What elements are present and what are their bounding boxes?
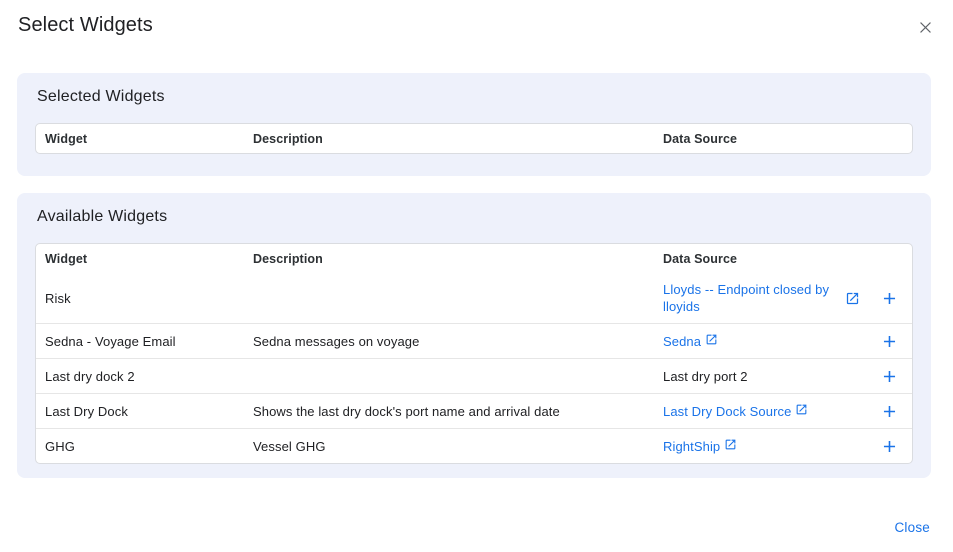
widget-name-cell: Risk (45, 283, 253, 314)
selected-widgets-header-row: Widget Description Data Source (36, 124, 912, 153)
plus-icon (880, 437, 899, 456)
widget-name-cell: GHG (45, 431, 253, 462)
external-link-icon[interactable] (705, 333, 718, 349)
close-icon (917, 19, 934, 36)
widget-description-cell: Sedna messages on voyage (253, 326, 663, 357)
widget-description-cell: Shows the last dry dock's port name and … (253, 396, 663, 427)
add-widget-button[interactable] (877, 286, 901, 310)
widget-description-cell (253, 368, 663, 384)
widget-name-cell: Sedna - Voyage Email (45, 326, 253, 357)
widget-description-cell: Vessel GHG (253, 431, 663, 462)
add-widget-slot (866, 286, 912, 310)
table-row: GHGVessel GHGRightShip (36, 428, 912, 463)
widget-name-cell: Last Dry Dock (45, 396, 253, 427)
data-source-cell: Sedna (663, 325, 838, 358)
table-row: Risk Lloyds -- Endpoint closed by lloyids (36, 273, 912, 323)
table-row: Last dry dock 2 Last dry port 2 (36, 358, 912, 393)
plus-icon (880, 332, 899, 351)
add-widget-button[interactable] (877, 434, 901, 458)
close-link[interactable]: Close (894, 520, 930, 535)
column-header-description: Description (253, 132, 663, 146)
add-widget-button[interactable] (877, 364, 901, 388)
add-widget-slot (866, 329, 912, 353)
data-source-link[interactable]: Last Dry Dock Source (663, 403, 791, 420)
data-source-cell: Last dry port 2 (663, 361, 838, 392)
column-header-data-source: Data Source (663, 132, 838, 146)
plus-icon (880, 402, 899, 421)
column-header-widget: Widget (45, 132, 253, 146)
add-widget-button[interactable] (877, 399, 901, 423)
available-widgets-panel: Available Widgets Widget Description Dat… (17, 193, 931, 478)
available-widgets-header-row: Widget Description Data Source (36, 244, 912, 273)
modal-title: Select Widgets (18, 13, 153, 38)
selected-widgets-heading: Selected Widgets (35, 87, 913, 107)
external-link-icon[interactable] (795, 403, 808, 419)
add-widget-slot (866, 434, 912, 458)
data-source-cell: Lloyds -- Endpoint closed by lloyids (663, 273, 838, 323)
select-widgets-modal: Select Widgets Selected Widgets Widget D… (0, 0, 953, 552)
table-row: Last Dry DockShows the last dry dock's p… (36, 393, 912, 428)
data-source-cell: RightShip (663, 430, 838, 463)
column-header-description: Description (253, 252, 663, 266)
modal-footer: Close (894, 519, 930, 537)
close-button[interactable] (912, 14, 938, 40)
column-header-widget: Widget (45, 252, 253, 266)
modal-header: Select Widgets (0, 13, 953, 40)
available-widgets-heading: Available Widgets (35, 207, 913, 227)
selected-widgets-table: Widget Description Data Source (35, 123, 913, 154)
widget-name-cell: Last dry dock 2 (45, 361, 253, 392)
add-widget-button[interactable] (877, 329, 901, 353)
plus-icon (880, 367, 899, 386)
data-source-link[interactable]: Sedna (663, 333, 701, 350)
data-source-link[interactable]: RightShip (663, 438, 720, 455)
column-header-data-source: Data Source (663, 252, 838, 266)
data-source-link[interactable]: Lloyds -- Endpoint closed by lloyids (663, 281, 834, 315)
data-source-text: Last dry port 2 (663, 369, 748, 384)
selected-widgets-panel: Selected Widgets Widget Description Data… (17, 73, 931, 176)
table-row: Sedna - Voyage EmailSedna messages on vo… (36, 323, 912, 358)
widget-description-cell (253, 290, 663, 306)
plus-icon (880, 289, 899, 308)
external-link-icon[interactable] (724, 438, 737, 454)
add-widget-slot (866, 399, 912, 423)
available-widgets-rows: Risk Lloyds -- Endpoint closed by lloyids… (36, 273, 912, 463)
external-link-icon[interactable] (838, 291, 866, 306)
add-widget-slot (866, 364, 912, 388)
data-source-cell: Last Dry Dock Source (663, 395, 838, 428)
available-widgets-table: Widget Description Data Source Risk Lloyd… (35, 243, 913, 464)
